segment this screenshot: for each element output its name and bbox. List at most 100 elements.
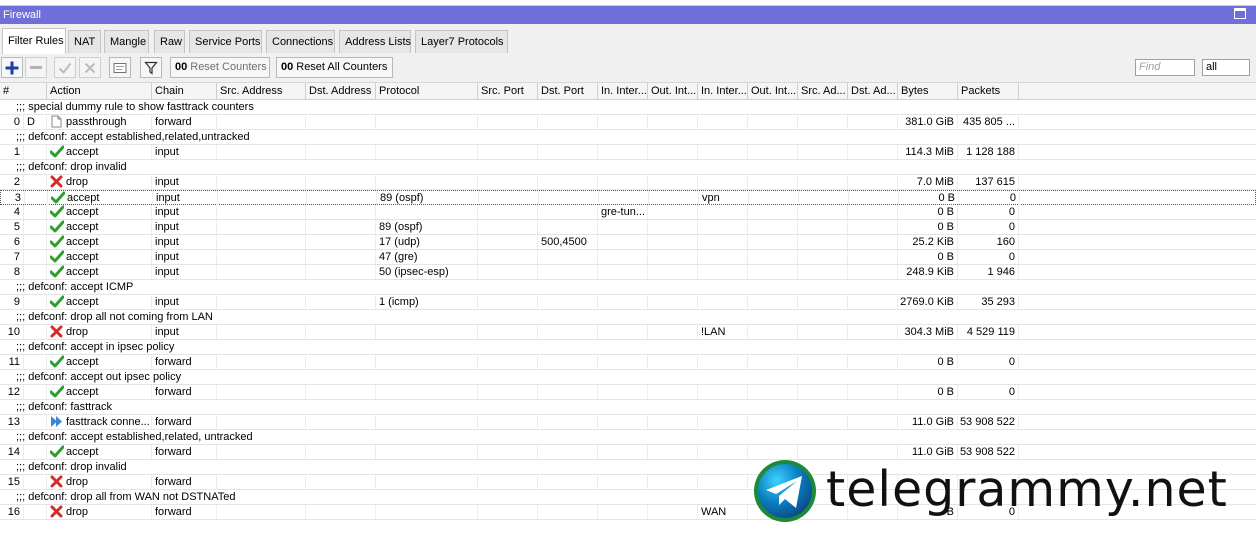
rule-row[interactable]: 0 Dpassthrough forward 381.0 GiB 435 805 ... — [0, 115, 1256, 130]
comment-row[interactable]: ;;; defconf: drop invalid — [0, 160, 1256, 175]
comment-row[interactable]: ;;; defconf: fasttrack — [0, 400, 1256, 415]
rule-row[interactable]: 5 accept input 89 (ospf) 0 B0 — [0, 220, 1256, 235]
rule-row[interactable]: 4 accept input gre-tun... 0 B0 — [0, 205, 1256, 220]
add-button[interactable] — [1, 57, 23, 78]
column-header-chain[interactable]: Chain — [152, 83, 217, 99]
flag-cell — [24, 505, 47, 519]
column-header-src-port[interactable]: Src. Port — [478, 83, 538, 99]
flag-cell — [24, 265, 47, 279]
src-port-cell — [478, 205, 538, 219]
column-header-dst-address-list[interactable]: Dst. Ad... — [848, 83, 898, 99]
rule-row[interactable]: 12 accept forward 0 B0 — [0, 385, 1256, 400]
src-address-cell — [217, 505, 306, 519]
filter-button[interactable] — [140, 57, 162, 78]
flag-cell — [24, 145, 47, 159]
tab-nat[interactable]: NAT — [68, 30, 101, 53]
bytes-cell: 25.2 KiB — [898, 235, 958, 249]
rule-row[interactable]: 9 accept input 1 (icmp) 2769.0 KiB 35 293 — [0, 295, 1256, 310]
column-header-src-address-list[interactable]: Src. Ad... — [798, 83, 848, 99]
protocol-cell: 47 (gre) — [376, 250, 478, 264]
src-address-cell — [217, 175, 306, 189]
flag-cell — [24, 295, 47, 309]
dst-port-cell — [538, 250, 598, 264]
column-header-action[interactable]: Action — [47, 83, 152, 99]
remove-button[interactable] — [25, 57, 47, 78]
action-label: passthrough — [66, 116, 127, 128]
tab-service-ports[interactable]: Service Ports — [189, 30, 262, 53]
column-header-in-interface-list[interactable]: In. Inter... — [698, 83, 748, 99]
filter-select[interactable]: all — [1202, 59, 1250, 76]
column-header-dst-port[interactable]: Dst. Port — [538, 83, 598, 99]
dst-port-cell — [539, 191, 599, 205]
in-iface-cell — [598, 385, 648, 399]
rule-row[interactable]: 8 accept input 50 (ipsec-esp) 248.9 KiB 1 946 — [0, 265, 1256, 280]
dst-list-cell — [848, 145, 898, 159]
rule-row[interactable]: 11 accept forward 0 B0 — [0, 355, 1256, 370]
reset-all-counters-button[interactable]: 00 Reset All Counters — [276, 57, 393, 78]
action-label: accept — [66, 446, 99, 458]
in-iface-cell — [598, 175, 648, 189]
tab-address-lists[interactable]: Address Lists — [339, 30, 411, 53]
comment-button[interactable] — [109, 57, 131, 78]
in-iface-list-cell — [698, 355, 748, 369]
column-header-out-interface[interactable]: Out. Int... — [648, 83, 698, 99]
column-header-bytes[interactable]: Bytes — [898, 83, 958, 99]
comment-row[interactable]: ;;; special dummy rule to show fasttrack… — [0, 100, 1256, 115]
tab-raw[interactable]: Raw — [154, 30, 185, 53]
idx-cell: 3 — [1, 191, 25, 205]
comment-row[interactable]: ;;; defconf: accept out ipsec policy — [0, 370, 1256, 385]
column-header-in-interface[interactable]: In. Inter... — [598, 83, 648, 99]
dst-address-cell — [306, 325, 376, 339]
comment-icon — [113, 62, 127, 73]
dst-address-cell — [306, 295, 376, 309]
column-header-dst-address[interactable]: Dst. Address — [306, 83, 376, 99]
chain-cell: forward — [152, 115, 217, 129]
reset-counters-button[interactable]: 00 Reset Counters — [170, 57, 270, 78]
tab-layer7-protocols[interactable]: Layer7 Protocols — [415, 30, 508, 53]
rule-row[interactable]: 3 accept input 89 (ospf) vpn 0 B0 — [0, 190, 1256, 205]
rule-row[interactable]: 7 accept input 47 (gre) 0 B0 — [0, 250, 1256, 265]
in-iface-list-cell — [698, 385, 748, 399]
src-port-cell — [478, 115, 538, 129]
check-icon — [58, 62, 72, 73]
column-header-src-address[interactable]: Src. Address — [217, 83, 306, 99]
rule-row[interactable]: 6 accept input 17 (udp) 500,4500 25.2 KiB 160 — [0, 235, 1256, 250]
dst-port-cell — [538, 175, 598, 189]
window-titlebar[interactable]: Firewall — [0, 6, 1256, 24]
column-header-out-interface-list[interactable]: Out. Int... — [748, 83, 798, 99]
comment-row[interactable]: ;;; defconf: accept ICMP — [0, 280, 1256, 295]
rule-comment: ;;; defconf: fasttrack — [16, 401, 112, 413]
comment-row[interactable]: ;;; defconf: accept established,related,… — [0, 430, 1256, 445]
rule-row[interactable]: 13 fasttrack conne... forward 11.0 GiB 53 90… — [0, 415, 1256, 430]
tab-mangle[interactable]: Mangle — [104, 30, 149, 53]
packets-cell: 0 — [958, 220, 1019, 234]
flag-cell — [24, 175, 47, 189]
dst-port-cell — [538, 325, 598, 339]
column-header-packets[interactable]: Packets — [958, 83, 1019, 99]
dst-address-cell — [306, 265, 376, 279]
action-cell: accept — [47, 265, 152, 279]
out-iface-cell — [648, 265, 698, 279]
comment-row[interactable]: ;;; defconf: accept established,related,… — [0, 130, 1256, 145]
rule-comment: ;;; special dummy rule to show fasttrack… — [16, 101, 254, 113]
column-header-protocol[interactable]: Protocol — [376, 83, 478, 99]
comment-row[interactable]: ;;; defconf: accept in ipsec policy — [0, 340, 1256, 355]
action-cell: accept — [47, 295, 152, 309]
in-iface-list-cell — [698, 475, 748, 489]
tab-filter-rules[interactable]: Filter Rules — [2, 28, 66, 54]
action-cell: passthrough — [47, 115, 152, 129]
rule-row[interactable]: 1 accept input 114.3 MiB 1 128 188 — [0, 145, 1256, 160]
comment-row[interactable]: ;;; defconf: drop all not coming from LA… — [0, 310, 1256, 325]
tab-connections[interactable]: Connections — [266, 30, 335, 53]
disable-button[interactable] — [79, 57, 101, 78]
maximize-icon[interactable] — [1234, 8, 1246, 19]
enable-button[interactable] — [54, 57, 76, 78]
dst-address-cell — [306, 235, 376, 249]
column-header-index[interactable]: # — [0, 83, 47, 99]
src-list-cell — [798, 250, 848, 264]
rule-row[interactable]: 10 drop input !LAN 304.3 MiB 4 529 119 — [0, 325, 1256, 340]
rule-row[interactable]: 2 drop input 7.0 MiB 137 615 — [0, 175, 1256, 190]
src-port-cell — [478, 445, 538, 459]
out-iface-list-cell — [748, 250, 798, 264]
find-input[interactable]: Find — [1135, 59, 1195, 76]
